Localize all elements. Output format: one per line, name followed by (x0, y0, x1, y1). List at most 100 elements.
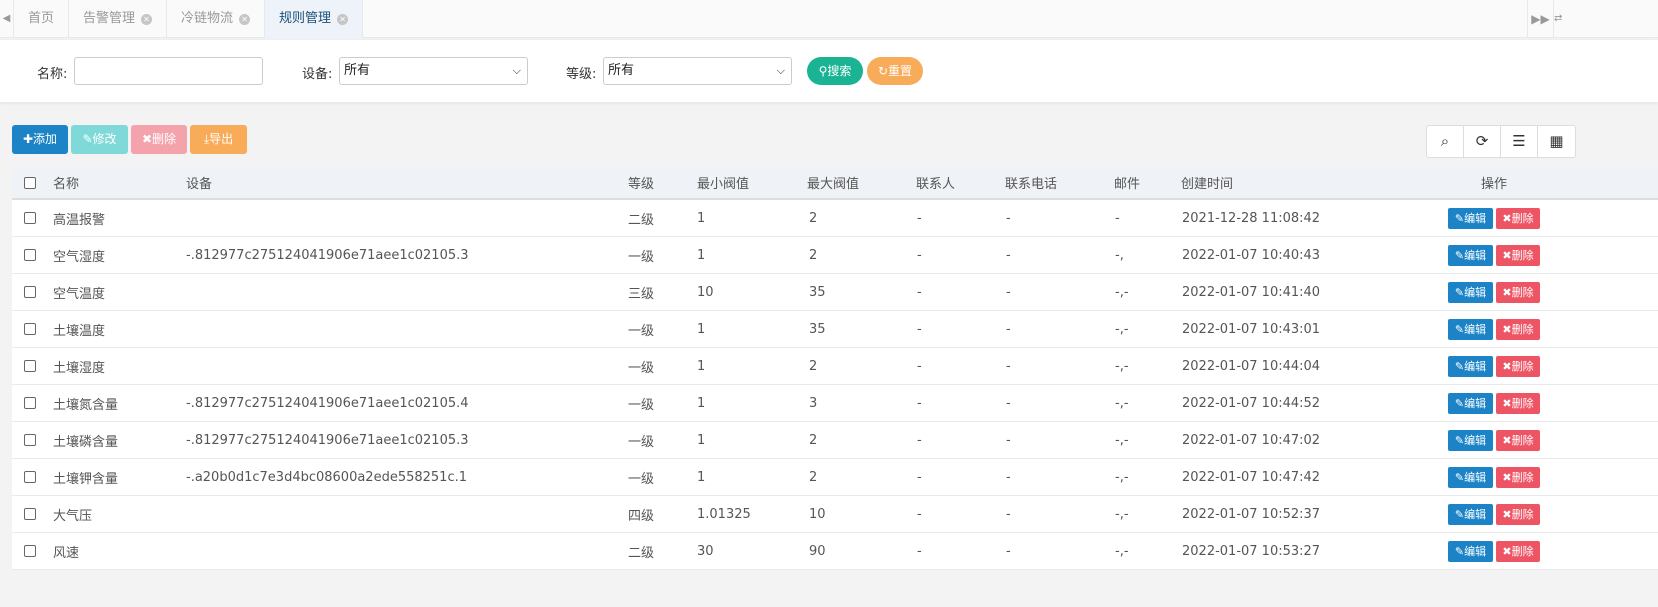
edit-icon: ✎ (1454, 359, 1465, 373)
header-level[interactable]: 等级 (628, 167, 654, 198)
row-delete-button[interactable]: ✖删除 (1496, 355, 1540, 377)
cell-min-threshold: 1 (697, 321, 706, 337)
header-phone[interactable]: 联系电话 (1005, 167, 1057, 198)
cell-name: 大气压 (53, 508, 93, 524)
tab-home[interactable]: 首页 (14, 0, 70, 38)
row-checkbox[interactable] (24, 422, 36, 458)
row-checkbox[interactable] (24, 200, 36, 236)
delete-button[interactable]: ✖删除 (131, 125, 187, 154)
cell-min-threshold: 1 (697, 395, 706, 411)
search-button[interactable]: ⚲搜索 (807, 57, 863, 85)
cell-max-threshold: 2 (809, 210, 818, 226)
tab-cold-chain[interactable]: 冷链物流 ✕ (167, 0, 266, 38)
close-icon[interactable]: ✕ (337, 13, 349, 25)
row-delete-button[interactable]: ✖删除 (1496, 466, 1540, 488)
row-delete-button[interactable]: ✖删除 (1496, 244, 1540, 266)
row-edit-button[interactable]: ✎编辑 (1448, 207, 1493, 229)
cell-min-threshold: 1 (697, 210, 706, 226)
row-edit-button[interactable]: ✎编辑 (1448, 429, 1493, 451)
cell-email: -,- (1115, 284, 1129, 300)
row-edit-button[interactable]: ✎编辑 (1448, 466, 1493, 488)
close-icon[interactable]: ✕ (141, 13, 153, 25)
header-name[interactable]: 名称 (53, 167, 79, 198)
table-row: 风速 二级 30 90 - - -,- 2022-01-07 10:53:27 … (12, 533, 1658, 570)
header-min-threshold[interactable]: 最小阀值 (697, 167, 749, 198)
tab-rule-management[interactable]: 规则管理 ✕ (265, 0, 364, 38)
row-actions: ✎编辑 ✖删除 (1448, 422, 1540, 458)
row-edit-button[interactable]: ✎编辑 (1448, 318, 1493, 340)
columns-icon[interactable]: ▦ (1538, 126, 1575, 157)
header-email[interactable]: 邮件 (1114, 167, 1140, 198)
cell-created-time: 2022-01-07 10:47:02 (1182, 432, 1321, 448)
row-checkbox[interactable] (24, 311, 36, 347)
tab-menu-icon[interactable]: ⇄ (1553, 0, 1563, 38)
header-max-threshold[interactable]: 最大阀值 (807, 167, 859, 198)
refresh-icon[interactable]: ⟳ (1464, 126, 1501, 157)
row-edit-button[interactable]: ✎编辑 (1448, 355, 1493, 377)
export-button[interactable]: ⤓导出 (190, 125, 247, 154)
row-checkbox[interactable] (24, 348, 36, 384)
row-edit-button[interactable]: ✎编辑 (1448, 503, 1493, 525)
row-edit-button[interactable]: ✎编辑 (1448, 540, 1493, 562)
header-contact[interactable]: 联系人 (916, 167, 955, 198)
cell-level: 一级 (628, 323, 655, 339)
row-edit-button[interactable]: ✎编辑 (1448, 281, 1493, 303)
reset-button[interactable]: ↻重置 (867, 57, 923, 85)
add-button[interactable]: ✚添加 (12, 125, 68, 154)
tab-scroll-left-icon[interactable]: ◀ (0, 0, 14, 38)
cell-phone: - (1006, 469, 1011, 485)
level-select[interactable]: 所有 ⌵ (603, 57, 792, 85)
edit-icon: ✎ (1454, 544, 1465, 558)
row-delete-button[interactable]: ✖删除 (1496, 540, 1540, 562)
cell-level: 一级 (628, 360, 655, 376)
row-checkbox[interactable] (24, 459, 36, 495)
edit-icon: ✎ (1454, 433, 1465, 447)
header-device[interactable]: 设备 (186, 167, 212, 198)
table-row: 大气压 四级 1.01325 10 - - -,- 2022-01-07 10:… (12, 496, 1658, 533)
cell-phone: - (1006, 543, 1011, 559)
cell-contact: - (917, 432, 922, 448)
header-created-time[interactable]: 创建时间 (1181, 167, 1233, 198)
cell-email: -,- (1115, 358, 1129, 374)
list-view-icon[interactable]: ☰ (1501, 126, 1538, 157)
cell-email: -, (1115, 247, 1124, 263)
cell-level: 二级 (628, 212, 655, 228)
level-label: 等级: (566, 67, 597, 82)
row-actions: ✎编辑 ✖删除 (1448, 348, 1540, 384)
name-input[interactable] (74, 57, 263, 85)
cell-email: - (1115, 210, 1120, 226)
cell-max-threshold: 35 (809, 284, 826, 300)
row-checkbox[interactable] (24, 385, 36, 421)
close-icon[interactable]: ✕ (239, 13, 251, 25)
tab-alarm-management[interactable]: 告警管理 ✕ (69, 0, 168, 38)
row-delete-button[interactable]: ✖删除 (1496, 429, 1540, 451)
edit-icon: ✎ (1454, 211, 1465, 225)
row-edit-button[interactable]: ✎编辑 (1448, 392, 1493, 414)
row-checkbox[interactable] (24, 237, 36, 273)
cell-name: 土壤钾含量 (53, 471, 119, 487)
row-edit-button[interactable]: ✎编辑 (1448, 244, 1493, 266)
row-checkbox[interactable] (24, 496, 36, 532)
cell-max-threshold: 10 (809, 506, 826, 522)
edit-icon: ✎ (1454, 285, 1465, 299)
remove-icon: ✖ (1502, 544, 1512, 558)
row-delete-button[interactable]: ✖删除 (1496, 207, 1540, 229)
tab-list: 首页 告警管理 ✕ 冷链物流 ✕ 规则管理 ✕ (14, 0, 364, 38)
edit-button[interactable]: ✎修改 (71, 125, 128, 154)
row-delete-button[interactable]: ✖删除 (1496, 392, 1540, 414)
cell-name: 风速 (53, 545, 80, 561)
cell-min-threshold: 10 (697, 284, 714, 300)
tab-scroll-right-icon[interactable]: ▶▶ (1527, 0, 1553, 38)
device-select[interactable]: 所有 ⌵ (339, 57, 528, 85)
remove-icon: ✖ (1502, 285, 1512, 299)
row-checkbox[interactable] (24, 533, 36, 569)
select-all-checkbox[interactable] (24, 167, 36, 198)
cell-email: -,- (1115, 543, 1129, 559)
table-row: 土壤氮含量 -.812977c275124041906e71aee1c02105… (12, 385, 1658, 422)
row-checkbox[interactable] (24, 274, 36, 310)
cell-contact: - (917, 543, 922, 559)
row-delete-button[interactable]: ✖删除 (1496, 503, 1540, 525)
search-toggle-icon[interactable]: ⌕ (1427, 126, 1464, 157)
row-delete-button[interactable]: ✖删除 (1496, 281, 1540, 303)
row-delete-button[interactable]: ✖删除 (1496, 318, 1540, 340)
